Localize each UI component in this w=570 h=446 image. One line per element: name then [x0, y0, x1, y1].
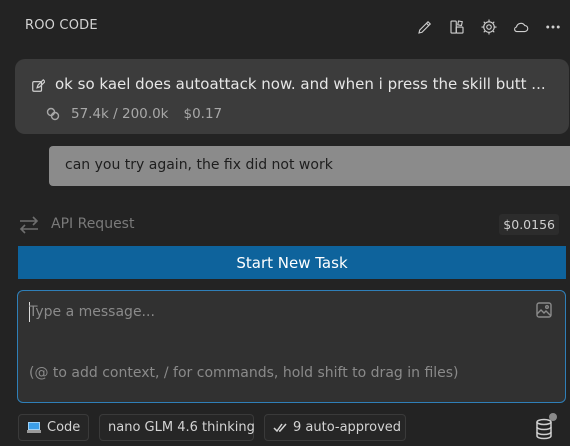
message-placeholder: Type a message...: [29, 304, 155, 320]
user-message-bubble: can you try again, the fix did not work: [49, 146, 570, 186]
start-new-task-button[interactable]: Start New Task: [18, 246, 566, 279]
user-message-text: can you try again, the fix did not work: [65, 157, 333, 173]
input-hint: (@ to add context, / for commands, hold …: [29, 365, 459, 381]
mode-selector[interactable]: Code: [18, 414, 89, 441]
api-request-cost: $0.0156: [499, 214, 559, 235]
database-icon[interactable]: [534, 418, 554, 440]
more-icon[interactable]: [542, 16, 564, 38]
pencil-icon[interactable]: [414, 16, 436, 38]
panel-header: ROO CODE: [0, 0, 570, 54]
status-dot: [549, 413, 557, 421]
model-label: nano GLM 4.6 thinking: [108, 420, 255, 435]
task-meta: 57.4k / 200.0k $0.17: [45, 106, 222, 122]
laptop-icon: [27, 422, 41, 433]
task-cost: $0.17: [183, 106, 223, 122]
task-header-card[interactable]: ok so kael does autoattack now. and when…: [15, 59, 569, 134]
mode-label: Code: [47, 420, 81, 435]
api-request-label: API Request: [51, 216, 135, 232]
context-usage: 57.4k / 200.0k: [71, 106, 169, 122]
double-check-icon: [273, 422, 287, 434]
panel-title: ROO CODE: [25, 18, 98, 33]
message-input[interactable]: Type a message... (@ to add context, / f…: [17, 290, 566, 403]
roo-code-panel: ROO CODE ok so kael does autoattack now.…: [0, 0, 570, 446]
transfer-arrows-icon: [18, 215, 40, 235]
task-title: ok so kael does autoattack now. and when…: [55, 75, 546, 93]
context-window-icon: [45, 106, 61, 122]
marketplace-icon[interactable]: [446, 16, 468, 38]
gear-icon[interactable]: [478, 16, 500, 38]
auto-approve-label: 9 auto-approved: [293, 420, 402, 435]
cloud-icon[interactable]: [510, 16, 532, 38]
attach-image-icon[interactable]: [535, 301, 553, 319]
api-request-row[interactable]: API Request $0.0156: [18, 212, 570, 238]
auto-approve-toggle[interactable]: 9 auto-approved: [264, 414, 406, 441]
edit-icon[interactable]: [31, 78, 46, 92]
model-selector[interactable]: nano GLM 4.6 thinking: [99, 414, 255, 441]
